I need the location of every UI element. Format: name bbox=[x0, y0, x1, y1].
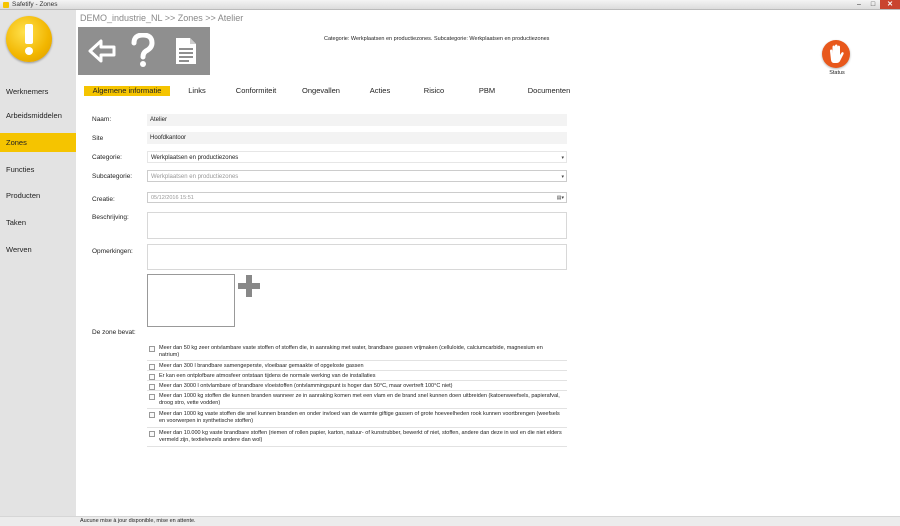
sidebar-item-arbeidsmiddelen[interactable]: Arbeidsmiddelen bbox=[0, 106, 76, 125]
zone-bevat-label: De zone bevat: bbox=[92, 329, 136, 336]
category-info: Categorie: Werkplaatsen en productiezone… bbox=[324, 36, 550, 42]
tab-links[interactable]: Links bbox=[182, 86, 212, 96]
beschrijving-textarea[interactable] bbox=[147, 212, 567, 239]
maximize-button[interactable]: □ bbox=[866, 0, 880, 9]
safetify-logo bbox=[6, 16, 52, 62]
dropdown-arrow-icon[interactable]: ▾ bbox=[561, 152, 564, 164]
checklist-item[interactable]: Meer dan 1000 kg vaste stoffen die snel … bbox=[147, 410, 567, 428]
add-image-plus-icon[interactable] bbox=[237, 274, 261, 298]
help-question-icon[interactable] bbox=[124, 27, 162, 75]
sidebar: Werknemers Arbeidsmiddelen Zones Functie… bbox=[0, 10, 76, 516]
site-label: Site bbox=[92, 135, 104, 142]
categorie-label: Categorie: bbox=[92, 154, 122, 161]
tab-algemene-informatie[interactable]: Algemene informatie bbox=[84, 86, 170, 96]
categorie-select[interactable]: Werkplaatsen en productiezones ▾ bbox=[147, 151, 567, 163]
window-title: Safetify - Zones bbox=[12, 1, 58, 8]
sidebar-item-functies[interactable]: Functies bbox=[0, 160, 76, 179]
opmerkingen-textarea[interactable] bbox=[147, 244, 567, 270]
dropdown-arrow-icon[interactable]: ▾ bbox=[561, 171, 564, 183]
toolbar bbox=[78, 27, 210, 75]
sidebar-item-taken[interactable]: Taken bbox=[0, 213, 76, 232]
tab-conformiteit[interactable]: Conformiteit bbox=[228, 86, 284, 96]
status-message: Aucune mise à jour disponible, mise en a… bbox=[80, 518, 196, 524]
beschrijving-label: Beschrijving: bbox=[92, 214, 129, 221]
back-arrow-icon[interactable] bbox=[82, 27, 122, 75]
checklist-item[interactable]: Meer dan 3000 l ontvlambare of brandbare… bbox=[147, 382, 567, 391]
checklist-item[interactable]: Meer dan 10.000 kg vaste brandbare stoff… bbox=[147, 429, 567, 447]
checkbox[interactable] bbox=[149, 394, 155, 400]
app-icon bbox=[3, 2, 9, 8]
calendar-icon[interactable]: ▤▾ bbox=[557, 193, 564, 203]
status-label: Status bbox=[829, 70, 845, 76]
checklist-item[interactable]: Er kan een ontplofbare atmosfeer ontstaa… bbox=[147, 372, 567, 381]
creatie-datetime-field[interactable]: 05/12/2016 15:51 ▤▾ bbox=[147, 192, 567, 203]
tab-acties[interactable]: Acties bbox=[364, 86, 396, 96]
tab-ongevallen[interactable]: Ongevallen bbox=[296, 86, 346, 96]
title-bar: Safetify - Zones – □ ✕ bbox=[0, 0, 900, 10]
naam-label: Naam: bbox=[92, 116, 112, 123]
tab-risico[interactable]: Risico bbox=[418, 86, 450, 96]
checklist-item[interactable]: Meer dan 300 l brandbare samengeperste, … bbox=[147, 362, 567, 371]
site-value: Hoofdkantoor bbox=[147, 132, 567, 144]
checkbox[interactable] bbox=[149, 374, 155, 380]
status-bar: Aucune mise à jour disponible, mise en a… bbox=[0, 516, 900, 526]
checklist-item[interactable]: Meer dan 50 kg zeer ontvlambare vaste st… bbox=[147, 344, 567, 361]
checkbox[interactable] bbox=[149, 346, 155, 352]
creatie-value: 05/12/2016 15:51 bbox=[151, 195, 194, 201]
tab-pbm[interactable]: PBM bbox=[474, 86, 500, 96]
sidebar-item-werknemers[interactable]: Werknemers bbox=[0, 82, 76, 101]
checkbox[interactable] bbox=[149, 412, 155, 418]
categorie-value: Werkplaatsen en productiezones bbox=[151, 155, 239, 161]
sidebar-item-zones[interactable]: Zones bbox=[0, 133, 76, 152]
sidebar-item-werven[interactable]: Werven bbox=[0, 240, 76, 259]
creatie-label: Creatie: bbox=[92, 196, 115, 203]
breadcrumb: DEMO_industrie_NL >> Zones >> Atelier bbox=[80, 13, 244, 23]
subcategorie-select[interactable]: Werkplaatsen en productiezones ▾ bbox=[147, 170, 567, 182]
image-placeholder[interactable] bbox=[147, 274, 235, 327]
subcategorie-value: Werkplaatsen en productiezones bbox=[151, 174, 239, 180]
checklist-item[interactable]: Meer dan 1000 kg stoffen die kunnen bran… bbox=[147, 392, 567, 409]
document-icon[interactable] bbox=[166, 27, 206, 75]
sidebar-item-producten[interactable]: Producten bbox=[0, 186, 76, 205]
close-button[interactable]: ✕ bbox=[880, 0, 900, 9]
status-hand-icon[interactable] bbox=[822, 40, 850, 68]
subcategorie-label: Subcategorie: bbox=[92, 173, 133, 180]
checkbox[interactable] bbox=[149, 431, 155, 437]
naam-field[interactable]: Atelier bbox=[147, 114, 567, 126]
checkbox[interactable] bbox=[149, 364, 155, 370]
tab-documenten[interactable]: Documenten bbox=[522, 86, 576, 96]
checkbox[interactable] bbox=[149, 384, 155, 390]
minimize-button[interactable]: – bbox=[852, 0, 866, 9]
opmerkingen-label: Opmerkingen: bbox=[92, 248, 133, 255]
